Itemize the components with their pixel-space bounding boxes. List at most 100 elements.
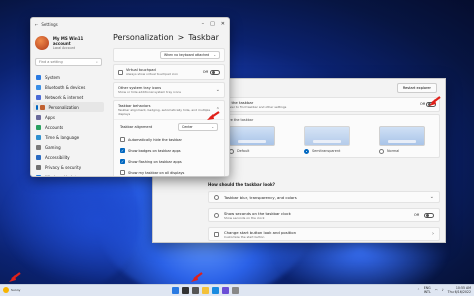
weather-widget[interactable]: Sunny: [3, 287, 20, 293]
chevron-down-icon: ⌄: [213, 53, 216, 57]
taskbar-icons: [172, 287, 239, 294]
radio-default-label: Default: [237, 149, 250, 153]
avatar: [35, 36, 49, 50]
seconds-toggle[interactable]: [424, 212, 434, 218]
chevron-down-icon: ⌄: [215, 87, 220, 93]
preview-normal[interactable]: [379, 126, 425, 146]
task-view-icon[interactable]: [192, 287, 199, 294]
sidebar-item-accounts[interactable]: Accounts: [31, 122, 106, 132]
profile-name: My MS Win11 account: [52, 36, 84, 46]
start-button-icon[interactable]: [172, 287, 179, 294]
chevron-right-icon: ›: [432, 231, 434, 237]
sidebar-item-bluetooth-devices[interactable]: Bluetooth & devices: [31, 82, 106, 92]
clock[interactable]: 10:55 AM Thu 6/16/2022: [448, 286, 471, 294]
profile[interactable]: My MS Win11 account Local Account: [31, 30, 106, 56]
nav-icon: [36, 114, 41, 120]
sidebar-item-gaming[interactable]: Gaming: [31, 142, 106, 152]
breadcrumb-separator: >: [177, 33, 185, 42]
sidebar-item-personalization[interactable]: Personalization: [33, 102, 104, 112]
settings-window: ← Settings – □ ✕ My MS Win11 account Loc…: [30, 17, 230, 177]
breadcrumb: Personalization > Taskbar: [109, 30, 225, 48]
option-row[interactable]: Automatically hide the taskbar: [114, 134, 224, 145]
chevron-up-icon[interactable]: ⌃: [417, 288, 420, 292]
nav-icon: [36, 124, 41, 130]
weather-text: Sunny: [11, 288, 21, 292]
enhance-taskbar-card: enhance the taskbar Make it easier to fi…: [208, 97, 440, 112]
keyboard-dropdown[interactable]: When no keyboard attached ⌄: [160, 51, 220, 59]
alignment-label: Taskbar alignment: [120, 125, 153, 129]
sidebar-item-privacy-security[interactable]: Privacy & security: [31, 162, 106, 172]
row-start-button[interactable]: Change start button look and position Cus…: [208, 227, 440, 241]
search-input[interactable]: Find a setting ⌕: [35, 58, 102, 66]
window-title: Settings: [41, 21, 58, 27]
keyboard-dropdown-value: When no keyboard attached: [164, 53, 210, 57]
enhance-state: Off: [419, 102, 425, 106]
sidebar-item-label: Apps: [45, 114, 55, 120]
sidebar-item-time-language[interactable]: Time & language: [31, 132, 106, 142]
palette-icon: [214, 194, 219, 200]
title-bar: ← Settings – □ ✕: [31, 18, 229, 30]
settings-app-icon[interactable]: [232, 287, 239, 294]
file-explorer-icon[interactable]: [202, 287, 209, 294]
sidebar-item-system[interactable]: System: [31, 72, 106, 82]
option-row[interactable]: Show my taskbar on all displays: [114, 167, 224, 176]
sidebar-item-windows-update[interactable]: Windows Update: [31, 172, 106, 177]
radio-normal[interactable]: [379, 149, 384, 154]
alignment-dropdown[interactable]: Center ⌄: [178, 123, 218, 131]
nav-icon: [39, 104, 45, 110]
wifi-icon[interactable]: ◠: [435, 288, 438, 292]
chevron-down-icon: ⌄: [211, 125, 214, 129]
enhance-desc: Make it easier to find taskbar and other…: [214, 105, 287, 109]
preview-default[interactable]: [229, 126, 275, 146]
option-row[interactable]: ✓ Show flashing on taskbar apps: [114, 156, 224, 167]
nav-icon: [36, 84, 41, 90]
option-label: Automatically hide the taskbar: [128, 137, 182, 142]
option-label: Show badges on taskbar apps: [128, 148, 181, 153]
sun-icon: [3, 287, 9, 293]
search-icon[interactable]: [182, 287, 189, 294]
nav-icon: [36, 164, 41, 170]
taskbar: Sunny ⌃ ENG INTL ◠ ♪ 10:55 AM Thu 6/16/2…: [0, 284, 474, 296]
back-icon[interactable]: ←: [35, 22, 38, 27]
alignment-value: Center: [182, 125, 193, 129]
sidebar-item-network-internet[interactable]: Network & internet: [31, 92, 106, 102]
sidebar-item-label: Bluetooth & devices: [45, 84, 86, 90]
nav-icon: [36, 94, 41, 100]
checkbox[interactable]: ✓: [120, 148, 125, 153]
checkbox[interactable]: ✓: [120, 159, 125, 164]
virtual-touchpad-card: Virtual touchpad Always show virtual tou…: [113, 64, 225, 80]
breadcrumb-parent[interactable]: Personalization: [113, 33, 174, 42]
other-tray-desc: Show or hide additional system tray icon…: [118, 90, 181, 94]
row-show-seconds[interactable]: Show seconds on the taskbar clock Show se…: [208, 208, 440, 222]
row-blur-transparency[interactable]: Taskbar blur, transparency, and colors ⌄: [208, 191, 440, 203]
radio-semitransparent[interactable]: [304, 149, 309, 154]
store-icon[interactable]: [222, 287, 229, 294]
minimize-button[interactable]: –: [202, 21, 205, 27]
profile-account: Local Account: [52, 46, 76, 50]
restart-explorer-button[interactable]: Restart explorer: [396, 83, 437, 93]
close-button[interactable]: ✕: [221, 21, 225, 27]
search-icon: ⌕: [96, 60, 98, 64]
red-arrow-taskbar: [191, 272, 203, 282]
sidebar-item-apps[interactable]: Apps: [31, 112, 106, 122]
checkbox[interactable]: [120, 137, 125, 142]
search-placeholder: Find a setting: [39, 60, 63, 64]
main-content: Personalization > Taskbar When no keyboa…: [109, 30, 229, 176]
option-label: Show my taskbar on all displays: [128, 170, 185, 175]
virtual-touchpad-toggle[interactable]: [210, 69, 220, 75]
maximize-button[interactable]: □: [210, 21, 215, 27]
preview-semitransparent[interactable]: [304, 126, 350, 146]
checkbox[interactable]: [120, 170, 125, 175]
sidebar-item-label: Network & internet: [45, 94, 84, 100]
sidebar-item-label: Windows Update: [45, 174, 79, 177]
sidebar-item-accessibility[interactable]: Accessibility: [31, 152, 106, 162]
language-indicator[interactable]: ENG INTL: [424, 286, 431, 294]
touchpad-icon: [118, 69, 123, 75]
other-tray-card[interactable]: Other system tray icons Show or hide add…: [113, 82, 225, 98]
sidebar-item-label: Privacy & security: [45, 164, 82, 170]
red-arrow-enhance: [429, 96, 441, 106]
option-row[interactable]: ✓ Show badges on taskbar apps: [114, 145, 224, 156]
row-label: Show seconds on the taskbar clock: [224, 210, 291, 216]
volume-icon[interactable]: ♪: [442, 288, 444, 292]
edge-icon[interactable]: [212, 287, 219, 294]
